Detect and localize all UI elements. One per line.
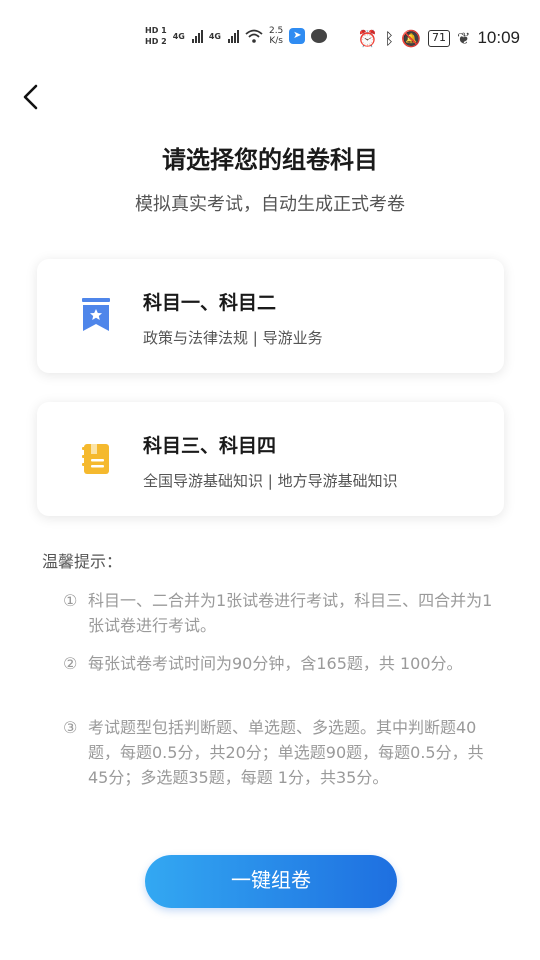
hd-indicator: HD 1 HD 2 [145,26,167,46]
signal-icon [191,29,203,43]
leaf-icon: ❦ [457,28,471,48]
bookmark-star-icon [82,298,110,331]
tip-text: 考试题型包括判断题、单选题、多选题。其中判断题40题，每题0.5分，共20分；单… [88,718,484,787]
subject-card-3-4[interactable]: 科目三、科目四 全国导游基础知识 | 地方导游基础知识 [37,402,504,516]
wifi-icon [245,29,263,43]
signal-icon [227,29,239,43]
speed-value: 2.5 [268,26,284,36]
app-notification-icon: ➤ [289,28,306,44]
tips-title: 温馨提示： [42,552,123,571]
subject-title: 科目三、科目四 [143,435,277,457]
tip-text: 每张试卷考试时间为90分钟，含165题，共 100分。 [88,654,463,673]
chevron-left-icon [23,84,38,110]
page-title: 请选择您的组卷科目 [162,146,378,174]
mute-icon: 🔕 [401,28,422,48]
subject-card-1-2[interactable]: 科目一、科目二 政策与法律法规 | 导游业务 [37,259,504,373]
notebook-icon [82,444,109,474]
generate-paper-button[interactable]: 一键组卷 [145,855,397,908]
status-bar: HD 1 HD 2 4G 4G 2.5 K/s ➤ ⏰ ᛒ 🔕 71 ❦ 10:… [0,0,540,80]
hd1-label: HD 1 [145,26,167,35]
network-type-2: 4G [208,31,221,41]
tip-text: 科目一、二合并为1张试卷进行考试，科目三、四合并为1张试卷进行考试。 [88,591,493,635]
subject-title: 科目一、科目二 [143,292,277,314]
back-button[interactable] [14,80,50,116]
subject-description: 政策与法律法规 | 导游业务 [143,329,323,347]
message-icon [311,29,328,43]
clock: 10:09 [477,28,520,47]
page-subtitle: 模拟真实考试，自动生成正式考卷 [135,194,405,215]
battery-icon: 71 [428,29,451,47]
tip-item: ② 每张试卷考试时间为90分钟，含165题，共 100分。 [63,651,503,676]
hd2-label: HD 2 [145,37,167,46]
tip-number: ① [63,591,78,610]
network-speed: 2.5 K/s [269,26,283,46]
tip-item: ① 科目一、二合并为1张试卷进行考试，科目三、四合并为1张试卷进行考试。 [63,588,503,638]
alarm-icon: ⏰ [357,28,378,48]
tip-number: ② [63,654,78,673]
network-type-1: 4G [172,31,185,41]
subject-description: 全国导游基础知识 | 地方导游基础知识 [143,472,398,490]
tip-item: ③ 考试题型包括判断题、单选题、多选题。其中判断题40题，每题0.5分，共20分… [63,715,503,790]
speed-unit: K/s [269,36,283,46]
status-bar-left: HD 1 HD 2 4G 4G 2.5 K/s ➤ [145,26,328,46]
tip-number: ③ [63,718,78,737]
bluetooth-icon: ᛒ [384,28,395,48]
status-bar-right: ⏰ ᛒ 🔕 71 ❦ 10:09 [358,28,520,48]
